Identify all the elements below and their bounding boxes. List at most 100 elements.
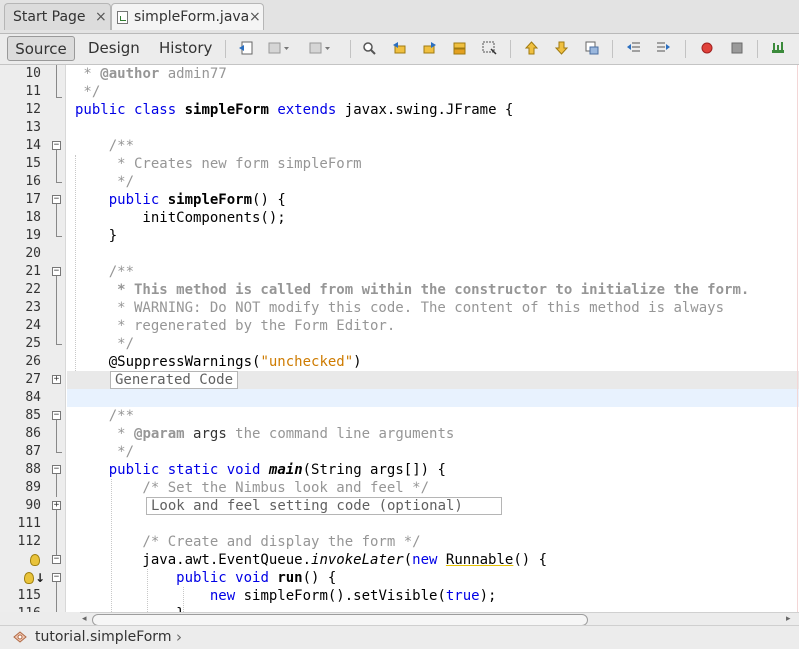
generated-code-fold[interactable]: Generated Code bbox=[110, 371, 239, 389]
find-previous-icon[interactable] bbox=[392, 41, 407, 55]
line-number: 15 bbox=[25, 156, 41, 171]
code-line: 13 bbox=[0, 119, 799, 137]
editor-toolbar: Source Design History bbox=[0, 34, 799, 65]
code-line: 112 /* Create and display the form */ bbox=[0, 533, 799, 551]
code-line: 14 /** bbox=[0, 137, 799, 155]
code-text: */ bbox=[75, 84, 101, 100]
line-number: 14 bbox=[25, 138, 41, 153]
code-text: * @param args the command line arguments bbox=[75, 426, 455, 442]
last-edit-icon[interactable] bbox=[238, 41, 253, 55]
breadcrumb-chevron-icon[interactable]: › bbox=[176, 627, 182, 648]
code-line: 22 * This method is called from within t… bbox=[0, 281, 799, 299]
code-text: * WARNING: Do NOT modify this code. The … bbox=[75, 300, 725, 316]
code-text: public static void main(String args[]) { bbox=[108, 462, 446, 478]
code-text: public void run() { bbox=[176, 570, 337, 586]
code-line: 27 Generated Code bbox=[0, 371, 799, 389]
history-view-button[interactable]: History bbox=[159, 36, 212, 61]
next-bookmark-icon[interactable] bbox=[554, 41, 569, 55]
code-line: 16 */ bbox=[0, 173, 799, 191]
line-number: 12 bbox=[25, 102, 41, 117]
code-editor[interactable]: 10 * @author admin77 11 */ 12 public cla… bbox=[0, 65, 799, 612]
code-text: initComponents(); bbox=[75, 210, 286, 226]
close-icon[interactable]: × bbox=[95, 4, 107, 31]
fold-guide bbox=[56, 474, 57, 497]
stop-macro-recording-icon[interactable] bbox=[730, 41, 745, 55]
java-file-icon bbox=[117, 11, 128, 24]
expand-fold-icon[interactable]: + bbox=[52, 501, 61, 510]
code-line: 90 Look and feel setting code (optional) bbox=[0, 497, 799, 515]
fold-guide bbox=[56, 344, 62, 345]
previous-bookmark-icon[interactable] bbox=[524, 41, 539, 55]
code-line: 18 initComponents(); bbox=[0, 209, 799, 227]
back-icon[interactable] bbox=[268, 41, 290, 55]
hint-bulb-icon[interactable] bbox=[24, 572, 34, 584]
code-text: @SuppressWarnings("unchecked") bbox=[75, 354, 362, 370]
fold-guide bbox=[56, 182, 62, 183]
expand-fold-icon[interactable]: + bbox=[52, 375, 61, 384]
horizontal-scrollbar[interactable]: ◂ ▸ bbox=[80, 612, 799, 626]
code-text: public simpleForm() { bbox=[108, 192, 286, 208]
line-number: 13 bbox=[25, 120, 41, 135]
code-text: */ bbox=[75, 336, 135, 352]
breadcrumb-class[interactable]: tutorial.simpleForm bbox=[35, 627, 171, 648]
line-number: 11 bbox=[25, 84, 41, 99]
find-selection-icon[interactable] bbox=[362, 41, 377, 55]
collapse-fold-icon[interactable]: − bbox=[52, 465, 61, 474]
line-number: 21 bbox=[25, 264, 41, 279]
toggle-highlight-icon[interactable] bbox=[452, 41, 467, 55]
line-number: 112 bbox=[17, 534, 41, 549]
forward-icon[interactable] bbox=[309, 41, 331, 55]
toolbar-separator bbox=[350, 40, 351, 58]
code-text: /** bbox=[75, 138, 135, 154]
editor-tab-bar: Start Page × simpleForm.java × bbox=[0, 0, 799, 34]
collapse-fold-icon[interactable]: − bbox=[52, 555, 61, 564]
line-number: 20 bbox=[25, 246, 41, 261]
line-number: 85 bbox=[25, 408, 41, 423]
navigation-breadcrumb-bar: tutorial.simpleForm › bbox=[0, 625, 799, 649]
code-text: */ bbox=[75, 174, 135, 190]
design-view-button[interactable]: Design bbox=[88, 36, 140, 61]
code-text: */ bbox=[75, 444, 135, 460]
line-number: 19 bbox=[25, 228, 41, 243]
rectangular-selection-icon[interactable] bbox=[482, 41, 497, 55]
code-text: /* Set the Nimbus look and feel */ bbox=[75, 480, 430, 496]
collapse-fold-icon[interactable]: − bbox=[52, 411, 61, 420]
collapse-fold-icon[interactable]: − bbox=[52, 141, 61, 150]
shift-right-icon[interactable] bbox=[656, 41, 671, 55]
toolbar-separator bbox=[685, 40, 686, 58]
toolbar-separator bbox=[757, 40, 758, 58]
collapse-fold-icon[interactable]: − bbox=[52, 195, 61, 204]
collapse-fold-icon[interactable]: − bbox=[52, 573, 61, 582]
close-icon[interactable]: × bbox=[249, 4, 261, 31]
start-macro-recording-icon[interactable] bbox=[700, 41, 715, 55]
toggle-bookmark-icon[interactable] bbox=[584, 41, 599, 55]
tab-start-page[interactable]: Start Page × bbox=[4, 3, 111, 30]
code-text: * @author admin77 bbox=[75, 66, 227, 82]
code-line: 21 /** bbox=[0, 263, 799, 281]
source-view-button[interactable]: Source bbox=[7, 36, 75, 61]
fold-guide bbox=[56, 204, 57, 236]
code-line: 115 new simpleForm().setVisible(true); bbox=[0, 587, 799, 605]
fold-guide bbox=[56, 510, 57, 555]
code-text: new simpleForm().setVisible(true); bbox=[209, 588, 497, 604]
code-line: 88 public static void main(String args[]… bbox=[0, 461, 799, 479]
code-line: 24 * regenerated by the Form Editor. bbox=[0, 317, 799, 335]
implements-marker-icon[interactable]: ↓ bbox=[35, 571, 45, 585]
tab-simpleform-java[interactable]: simpleForm.java × bbox=[111, 3, 264, 30]
fold-guide bbox=[56, 452, 62, 453]
code-line: 23 * WARNING: Do NOT modify this code. T… bbox=[0, 299, 799, 317]
line-number: 89 bbox=[25, 480, 41, 495]
code-text: * This method is called from within the … bbox=[75, 282, 750, 298]
fold-guide bbox=[56, 150, 57, 182]
shift-left-icon[interactable] bbox=[626, 41, 641, 55]
fold-guide bbox=[56, 582, 57, 612]
code-line: 116 } bbox=[0, 605, 799, 612]
comment-toggle-icon[interactable] bbox=[771, 41, 786, 55]
hint-bulb-icon[interactable] bbox=[30, 554, 40, 566]
look-and-feel-fold[interactable]: Look and feel setting code (optional) bbox=[146, 497, 502, 515]
collapse-fold-icon[interactable]: − bbox=[52, 267, 61, 276]
line-number: 16 bbox=[25, 174, 41, 189]
find-next-icon[interactable] bbox=[422, 41, 437, 55]
code-text: } bbox=[75, 605, 184, 612]
code-line: 20 bbox=[0, 245, 799, 263]
